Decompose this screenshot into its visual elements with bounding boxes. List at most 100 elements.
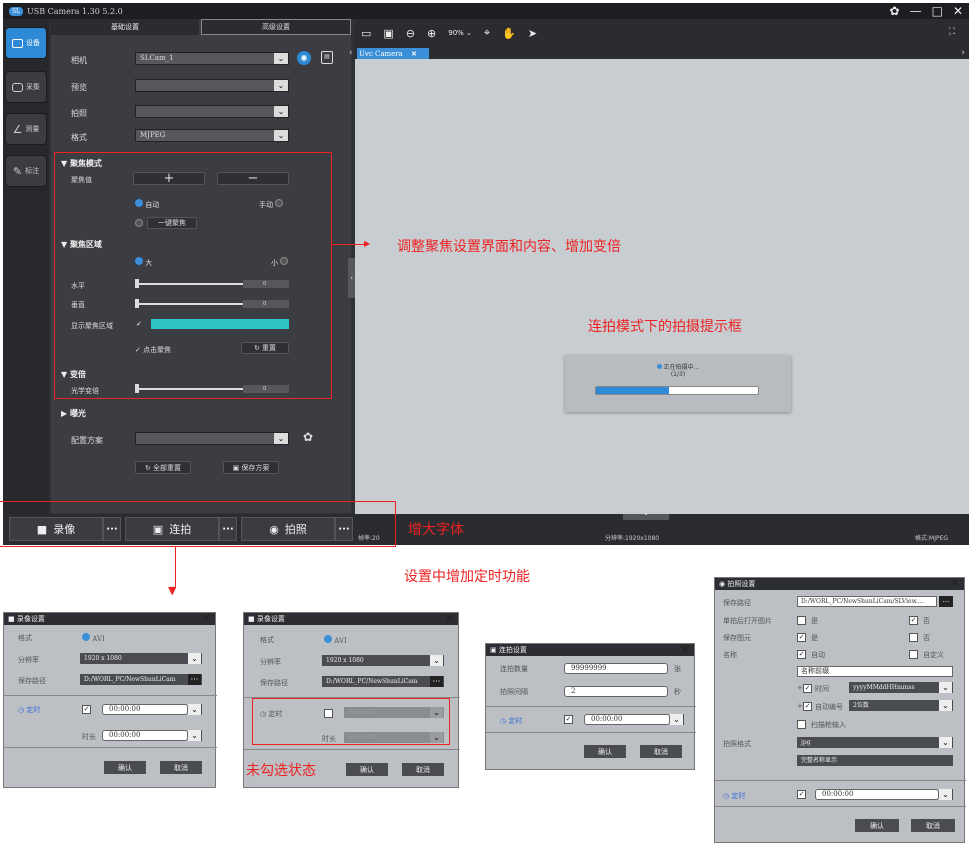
close-icon[interactable]: ✕ <box>444 611 454 625</box>
chevron-right-icon[interactable]: › <box>961 48 965 58</box>
path-input[interactable]: D:/WORL_PC/NewShunLiCam/SLView.... <box>797 596 937 607</box>
timer-input[interactable]: 00:00:00 <box>102 704 188 715</box>
gear-icon[interactable]: ✿ <box>303 430 313 444</box>
more-icon[interactable]: ··· <box>430 676 443 687</box>
number-checkbox[interactable]: ✓ <box>803 702 812 711</box>
font-highlight-box <box>0 501 396 547</box>
open-after-label: 单拍后打开图片 <box>723 617 772 625</box>
exposure-header[interactable]: ▶ 曝光 <box>61 408 86 419</box>
format-radio[interactable]: AVI <box>324 635 347 645</box>
preview-select[interactable]: ⌄ <box>135 79 289 92</box>
dialog-header: ■ 录像设置 <box>244 613 458 625</box>
name-prefix-input[interactable]: 名称前缀 <box>797 666 953 677</box>
duration-input[interactable]: 00:00:00 <box>102 730 188 741</box>
format-radio[interactable]: AVI <box>82 633 105 643</box>
tab-advanced[interactable]: 高级设置 <box>201 19 351 35</box>
minimize-icon[interactable]: — <box>910 4 922 18</box>
nav-measure[interactable]: ∠ 测量 <box>5 113 47 145</box>
path-field[interactable]: D:/WORL_PC/NewShunLiCam ··· <box>80 674 202 685</box>
save-no-checkbox[interactable] <box>909 633 918 642</box>
format-select[interactable]: MJPEG ⌄ <box>135 129 289 142</box>
ok-button[interactable]: 确认 <box>104 761 146 774</box>
path-field[interactable]: D:/WORL_PC/NewShunLiCam ··· <box>322 676 444 687</box>
save-icon[interactable]: ▣ <box>383 27 393 40</box>
time-format-select[interactable]: yyyyMMddHHmmss ⌄ <box>849 682 953 693</box>
ok-button[interactable]: 确认 <box>855 819 899 832</box>
number-digits-select[interactable]: 2位数 ⌄ <box>849 700 953 711</box>
scan-checkbox[interactable] <box>797 720 806 729</box>
nav-annotate[interactable]: ✎ 标注 <box>5 155 47 187</box>
timer-dropdown[interactable]: ⌄ <box>670 714 684 725</box>
resolution-label: 分辨率 <box>260 658 281 666</box>
interval-input[interactable]: 2 <box>564 686 668 697</box>
progress-count: (1/3) <box>670 371 686 378</box>
zoom-in-icon[interactable]: ⊕ <box>427 27 436 40</box>
save-profile-button[interactable]: ▣ 保存方案 <box>223 461 279 474</box>
tab-uvc-camera[interactable]: Uvc Camera ✕ <box>357 48 429 59</box>
count-input[interactable]: 99999999 <box>564 663 668 674</box>
open-yes-checkbox[interactable] <box>797 616 806 625</box>
open-folder-icon[interactable]: ▭ <box>361 27 371 40</box>
profile-label: 配置方案 <box>71 436 103 445</box>
property-icon[interactable]: ▤ <box>321 51 333 64</box>
panel-collapse-handle[interactable]: ‹ <box>348 258 355 298</box>
browse-button[interactable]: ··· <box>939 596 953 607</box>
collapse-bottom-handle[interactable]: ⌃ <box>623 514 669 520</box>
zoom-value: 90% <box>448 29 464 37</box>
resolution-select[interactable]: 1920 x 1080 ⌄ <box>322 655 444 666</box>
nav-device[interactable]: 设备 <box>5 27 47 59</box>
open-no-checkbox[interactable]: ✓ <box>909 616 918 625</box>
pointer-icon[interactable]: ➤ <box>528 27 537 40</box>
camera-canvas[interactable]: 正在拍摄中... (1/3) <box>355 59 969 529</box>
timer-input[interactable]: 00:00:00 <box>584 714 670 725</box>
photo-format-select[interactable]: jpg ⌄ <box>797 737 953 748</box>
profile-select[interactable]: ⌄ <box>135 432 289 445</box>
reset-all-button[interactable]: ↻ 全部重置 <box>135 461 191 474</box>
timer-checkbox[interactable]: ✓ <box>564 715 573 724</box>
name-custom-checkbox[interactable] <box>909 650 918 659</box>
tab-basic[interactable]: 基础设置 <box>51 19 199 35</box>
timer-dropdown[interactable]: ⌄ <box>939 789 953 800</box>
close-icon[interactable]: ✕ <box>953 4 963 18</box>
ok-button[interactable]: 确认 <box>346 763 388 776</box>
hand-icon[interactable]: ✋ <box>502 27 516 40</box>
duration-dropdown[interactable]: ⌄ <box>188 730 202 741</box>
cancel-button[interactable]: 取消 <box>911 819 955 832</box>
settings-icon[interactable]: ✿ <box>890 4 900 18</box>
cancel-button[interactable]: 取消 <box>402 763 444 776</box>
timer-checkbox[interactable]: ✓ <box>797 790 806 799</box>
ok-button[interactable]: 确认 <box>584 745 626 758</box>
close-icon[interactable]: ✕ <box>950 576 960 590</box>
fullscreen-icon[interactable]: ⛶ <box>949 27 955 37</box>
timer-dropdown[interactable]: ⌄ <box>188 704 202 715</box>
timer-input[interactable]: 00:00:00 <box>815 789 939 800</box>
time-checkbox[interactable]: ✓ <box>803 684 812 693</box>
save-yes-checkbox[interactable]: ✓ <box>797 633 806 642</box>
maximize-icon[interactable]: □ <box>932 4 943 18</box>
video-icon: ■ <box>248 615 255 623</box>
cancel-button[interactable]: 取消 <box>160 761 202 774</box>
path-label: 保存路径 <box>18 677 46 685</box>
snapshot-select[interactable]: ⌄ <box>135 105 289 118</box>
arrow-down-icon: ▼ <box>168 584 177 597</box>
chevron-left-icon[interactable]: ‹ <box>349 48 353 58</box>
resolution-select[interactable]: 1920 x 1080 ⌄ <box>80 653 202 664</box>
more-icon[interactable]: ··· <box>188 674 201 685</box>
camera-select[interactable]: SLCam_1 ⌄ <box>135 52 289 65</box>
settings-tabs: 基础设置 高级设置 <box>51 19 351 35</box>
cancel-button[interactable]: 取消 <box>640 745 682 758</box>
close-icon[interactable]: ✕ <box>680 642 690 656</box>
zoom-out-icon[interactable]: ⊖ <box>406 27 415 40</box>
eye-icon[interactable]: ◉ <box>297 51 311 65</box>
timer-checkbox[interactable]: ✓ <box>82 705 91 714</box>
exposure-title: 曝光 <box>69 408 86 418</box>
nav-label: 标注 <box>25 167 40 175</box>
nav-capture[interactable]: 采集 <box>5 71 47 103</box>
close-icon[interactable]: ✕ <box>201 611 211 625</box>
name-auto-checkbox[interactable]: ✓ <box>797 650 806 659</box>
camera-value: SLCam_1 <box>140 54 174 62</box>
zoom-select[interactable]: 90% ⌄ <box>448 29 472 37</box>
crosshair-icon[interactable]: ⌖ <box>484 26 490 40</box>
path-value: D:/WORL_PC/NewShunLiCam <box>326 678 418 685</box>
close-icon[interactable]: ✕ <box>411 49 417 58</box>
